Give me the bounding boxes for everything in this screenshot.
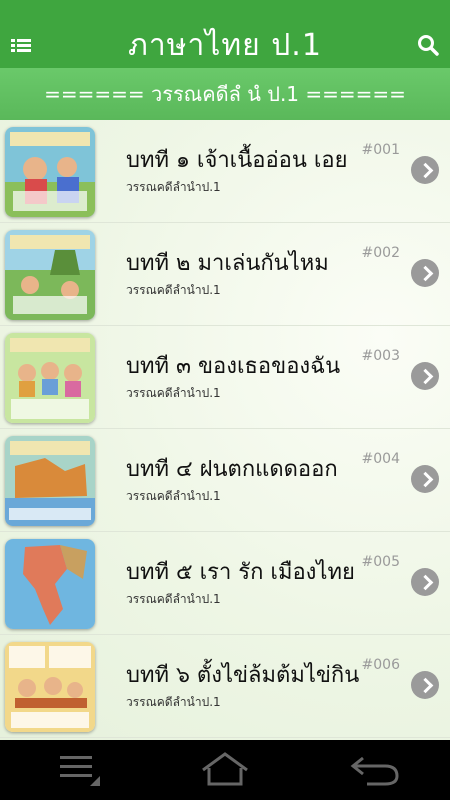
search-icon[interactable] bbox=[416, 33, 440, 57]
lesson-item[interactable]: บทที ๖ ตั้งไข่ล้มต้มไข่กิน วรรณคดีลํานํา… bbox=[0, 635, 450, 738]
back-icon[interactable] bbox=[345, 750, 405, 790]
chevron-right-icon[interactable] bbox=[411, 259, 439, 287]
lesson-thumbnail bbox=[5, 436, 95, 526]
lesson-item[interactable]: บทที ๓ ของเธอของฉัน วรรณคดีลํานําป.1 #00… bbox=[0, 326, 450, 429]
chevron-right-icon[interactable] bbox=[411, 156, 439, 184]
lesson-number: #003 bbox=[361, 348, 400, 364]
lesson-item[interactable]: บทที ๔ ฝนตกแดดออก วรรณคดีลํานําป.1 #004 bbox=[0, 429, 450, 532]
chevron-right-icon[interactable] bbox=[411, 671, 439, 699]
lesson-subtitle: วรรณคดีลํานําป.1 bbox=[126, 283, 221, 297]
lesson-subtitle: วรรณคดีลํานําป.1 bbox=[126, 386, 221, 400]
lesson-item[interactable]: บทที ๕ เรา รัก เมืองไทย วรรณคดีลํานําป.1… bbox=[0, 532, 450, 635]
lesson-number: #001 bbox=[361, 142, 400, 158]
lesson-thumbnail bbox=[5, 127, 95, 217]
chevron-right-icon[interactable] bbox=[411, 362, 439, 390]
chevron-right-icon[interactable] bbox=[411, 568, 439, 596]
lesson-subtitle: วรรณคดีลํานําป.1 bbox=[126, 695, 221, 709]
lesson-title: บทที ๔ ฝนตกแดดออก bbox=[126, 457, 338, 482]
lesson-title: บทที ๕ เรา รัก เมืองไทย bbox=[126, 560, 355, 585]
recent-apps-icon[interactable] bbox=[50, 750, 110, 790]
home-icon[interactable] bbox=[195, 750, 255, 790]
section-header: ====== วรรณคดีลํ นํ ป.1 ====== bbox=[0, 68, 450, 120]
lesson-subtitle: วรรณคดีลํานําป.1 bbox=[126, 180, 221, 194]
chevron-right-icon[interactable] bbox=[411, 465, 439, 493]
lesson-item[interactable]: บทที ๑ เจ้าเนื้ออ่อน เอย วรรณคดีลํานําป.… bbox=[0, 120, 450, 223]
lesson-title: บทที ๒ มาเล่นกันไหม bbox=[126, 251, 329, 276]
lesson-subtitle: วรรณคดีลํานําป.1 bbox=[126, 489, 221, 503]
lesson-title: บทที ๑ เจ้าเนื้ออ่อน เอย bbox=[126, 148, 348, 173]
lesson-number: #006 bbox=[361, 657, 400, 673]
lesson-title: บทที ๖ ตั้งไข่ล้มต้มไข่กิน bbox=[126, 663, 360, 688]
lesson-subtitle: วรรณคดีลํานําป.1 bbox=[126, 592, 221, 606]
system-nav-bar bbox=[0, 740, 450, 800]
lesson-number: #004 bbox=[361, 451, 400, 467]
lesson-list: บทที ๑ เจ้าเนื้ออ่อน เอย วรรณคดีลํานําป.… bbox=[0, 120, 450, 740]
lesson-number: #002 bbox=[361, 245, 400, 261]
lesson-title: บทที ๓ ของเธอของฉัน bbox=[126, 354, 341, 379]
lesson-thumbnail bbox=[5, 333, 95, 423]
lesson-thumbnail bbox=[5, 642, 95, 732]
app-title: ภาษาไทย ป.1 bbox=[128, 28, 322, 63]
lesson-thumbnail bbox=[5, 230, 95, 320]
lesson-thumbnail bbox=[5, 539, 95, 629]
lesson-number: #005 bbox=[361, 554, 400, 570]
lesson-item[interactable]: บทที ๒ มาเล่นกันไหม วรรณคดีลํานําป.1 #00… bbox=[0, 223, 450, 326]
